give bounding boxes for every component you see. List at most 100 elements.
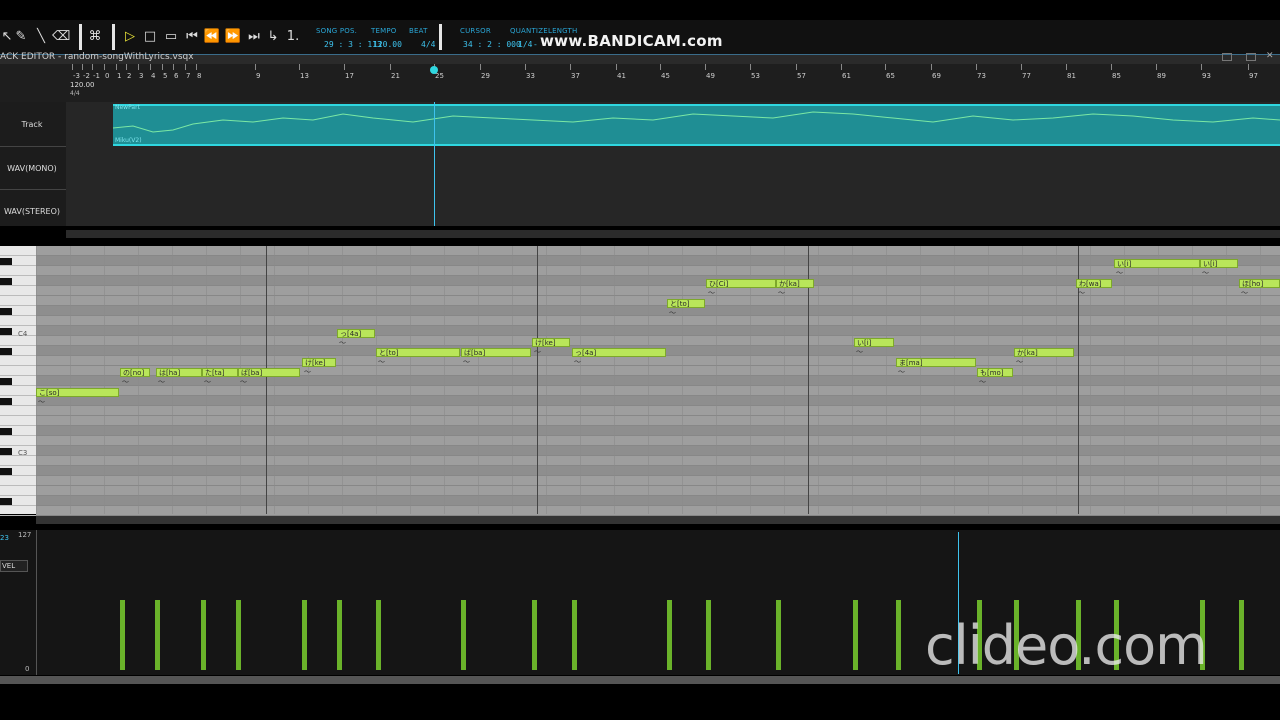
velocity-bar[interactable] [667,600,672,670]
stop-icon[interactable]: □ [141,28,159,46]
maximize-icon[interactable] [1246,53,1256,61]
note[interactable]: ば[ba] [461,348,531,357]
piano-keyboard[interactable] [0,246,36,516]
vocal-part[interactable] [113,104,1280,146]
velocity-bar[interactable] [776,600,781,670]
note[interactable]: ひ[Ci] [706,279,776,288]
velocity-bar[interactable] [853,600,858,670]
loop-icon[interactable]: ▭ [162,28,180,46]
vibrato-icon: 〜 [463,358,470,366]
track-name-main[interactable]: Track [0,120,64,129]
velocity-bar[interactable] [201,600,206,670]
ruler-bar-29: 77 [1022,72,1031,80]
velocity-bar[interactable] [376,600,381,670]
velocity-bar[interactable] [236,600,241,670]
eraser-tool-icon[interactable]: ⌫ [52,28,70,46]
ruler-tick [1111,64,1112,70]
control-type-value: VEL [2,562,16,570]
note[interactable]: わ[wa] [1076,279,1112,288]
note[interactable]: ま[ma] [896,358,976,367]
ruler-tempo-mark: 120.00 [70,81,95,89]
playhead-line [434,102,435,226]
quantize-value[interactable]: 1/4 [518,40,532,49]
ruler-bar-7: 4 [151,72,156,80]
velocity-bar[interactable] [706,600,711,670]
note[interactable]: か[ka] [1014,348,1074,357]
note[interactable]: の[no] [120,368,150,377]
note[interactable]: ほ[ho] [1239,279,1280,288]
ruler-tick [885,64,886,70]
note[interactable]: け[ke] [302,358,336,367]
velocity-bar[interactable] [302,600,307,670]
pencil-tool-icon[interactable]: ✎ [12,28,30,46]
vibrato-icon: 〜 [708,289,715,297]
ruler-tick [150,64,151,70]
ruler-tick [570,64,571,70]
velocity-bar[interactable] [120,600,125,670]
ruler-bar-27: 69 [932,72,941,80]
ruler-tick [841,64,842,70]
note[interactable]: は[ha] [156,368,202,377]
timeline-ruler[interactable] [0,64,1280,102]
velocity-bar[interactable] [155,600,160,670]
note[interactable]: こ[so] [36,388,119,397]
playhead-handle[interactable] [430,66,438,74]
track-name-wav-stereo[interactable]: WAV(STEREO) [0,207,64,216]
note[interactable]: い[i] [854,338,894,347]
velocity-bar[interactable] [572,600,577,670]
ruler-bar-14: 17 [345,72,354,80]
ruler-tick [390,64,391,70]
track-horizontal-scrollbar[interactable] [66,230,1280,238]
control-type-select[interactable]: VEL [0,560,28,572]
length-value[interactable]: - [533,40,538,49]
go-start-icon[interactable]: ⏮ [183,28,201,46]
play-icon[interactable]: ▷ [121,28,139,46]
minimize-icon[interactable] [1222,53,1232,61]
note[interactable]: か[ka] [776,279,814,288]
note[interactable]: い[i] [1200,259,1238,268]
velocity-bar[interactable] [896,600,901,670]
velocity-bar[interactable] [461,600,466,670]
note[interactable]: っ[4a] [572,348,666,357]
bottom-scrollbar[interactable] [0,676,1280,684]
cursor-value: 34 : 2 : 000 [463,40,521,49]
close-icon[interactable]: ✕ [1266,51,1274,61]
beat-value[interactable]: 4/4 [421,40,435,49]
metronome-icon[interactable]: 1. [284,28,302,46]
ruler-bar-2: -1 [93,72,100,80]
ruler-beat-mark: 4/4 [70,90,80,97]
note[interactable]: ば[ba] [238,368,300,377]
velocity-bar[interactable] [532,600,537,670]
ruler-tick [976,64,977,70]
line-tool-icon[interactable]: ╲ [32,28,50,46]
ruler-tick [196,64,197,70]
velocity-prefix: 23 [0,534,9,542]
ruler-bar-33: 93 [1202,72,1211,80]
ruler-tick [126,64,127,70]
draw-mode-icon[interactable]: ⌘ [86,28,104,46]
ruler-bar-15: 21 [391,72,400,80]
velocity-bar[interactable] [337,600,342,670]
vibrato-icon: 〜 [1078,289,1085,297]
go-end-icon[interactable]: ⏭ [245,28,263,46]
vibrato-icon: 〜 [1241,289,1248,297]
fast-forward-icon[interactable]: ⏩ [224,28,242,46]
auto-scroll-icon[interactable]: ↳ [264,28,282,46]
rewind-icon[interactable]: ⏪ [203,28,221,46]
ruler-bar-1: -2 [83,72,90,80]
toolbar-separator [79,24,82,50]
roll-horizontal-scrollbar[interactable] [36,516,1280,524]
ruler-tick [72,64,73,70]
tempo-value[interactable]: 120.00 [373,40,402,49]
note[interactable]: け[ke] [532,338,570,347]
note[interactable]: た[ta] [202,368,238,377]
note[interactable]: い[i] [1114,259,1200,268]
ruler-bar-24: 57 [797,72,806,80]
note[interactable]: っ[4a] [337,329,375,338]
note[interactable]: と[to] [376,348,460,357]
vibrato-icon: 〜 [898,368,905,376]
note[interactable]: と[to] [667,299,705,308]
velocity-bar[interactable] [1239,600,1244,670]
note[interactable]: も[mo] [977,368,1013,377]
track-name-wav-mono[interactable]: WAV(MONO) [0,164,64,173]
